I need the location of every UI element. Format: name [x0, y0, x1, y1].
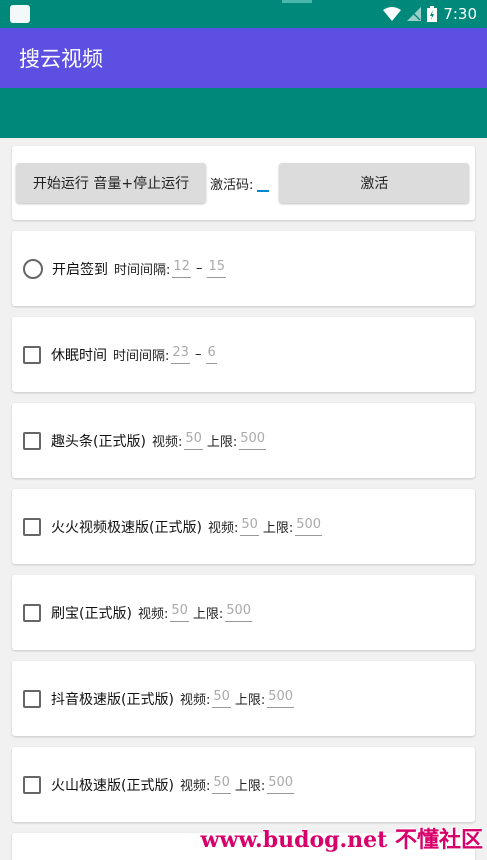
activation-code-label: 激活码: [210, 177, 254, 193]
app-name: 火火视频极速版(正式版) [51, 519, 202, 536]
app-title: 搜云视频 [19, 47, 103, 71]
limit-input[interactable]: 500 [225, 603, 253, 622]
video-label: 视频: [151, 435, 183, 450]
limit-input[interactable]: 500 [239, 431, 267, 450]
app-card: 刷宝(正式版) 视频: 50 上限: 500 [12, 575, 475, 650]
sleep-label: 休眠时间 [51, 347, 107, 364]
video-label: 视频: [179, 693, 211, 708]
start-stop-button[interactable]: 开始运行 音量+停止运行 [16, 163, 206, 203]
battery-icon [427, 6, 438, 22]
sleep-from-input[interactable]: 23 [171, 345, 190, 364]
app-checkbox[interactable] [23, 603, 41, 622]
app-name: 刷宝(正式版) [51, 605, 132, 622]
video-label: 视频: [179, 779, 211, 794]
limit-label: 上限: [234, 779, 266, 794]
video-count-input[interactable]: 50 [184, 431, 203, 450]
limit-label: 上限: [262, 521, 294, 536]
video-label: 视频: [207, 521, 239, 536]
activate-button[interactable]: 激活 [279, 163, 470, 203]
app-checkbox[interactable] [23, 775, 41, 794]
sign-in-interval-label: 时间间隔: [114, 263, 171, 278]
sign-in-from-input[interactable]: 12 [172, 259, 191, 278]
sign-in-card: 开启签到 时间间隔: 12 – 15 [12, 231, 475, 306]
sign-in-dash: – [195, 261, 203, 276]
app-card: 趣头条(正式版) 视频: 50 上限: 500 [12, 403, 475, 478]
sign-in-label: 开启签到 [52, 261, 108, 278]
video-count-input[interactable]: 50 [212, 689, 231, 708]
status-time: 7:30 [443, 5, 477, 23]
sleep-to-input[interactable]: 6 [206, 345, 217, 364]
wifi-icon [383, 7, 402, 21]
video-count-input[interactable]: 50 [212, 775, 231, 794]
limit-input[interactable]: 500 [295, 517, 323, 536]
limit-input[interactable]: 500 [267, 689, 295, 708]
app-card: 火山极速版(正式版) 视频: 50 上限: 500 [12, 747, 475, 822]
app-checkbox[interactable] [23, 431, 41, 450]
watermark: www.budog.net 不懂社区 [200, 827, 483, 853]
app-card: 抖音极速版(正式版) 视频: 50 上限: 500 [12, 661, 475, 736]
app-name: 趣头条(正式版) [51, 433, 146, 450]
app-checkbox[interactable] [23, 689, 41, 708]
limit-label: 上限: [192, 607, 224, 622]
sleep-dash: – [194, 347, 202, 362]
sign-in-radio[interactable] [23, 258, 43, 279]
limit-label: 上限: [206, 435, 238, 450]
app-name: 火山极速版(正式版) [51, 777, 174, 794]
status-indicator-line [282, 0, 312, 3]
app-card: 火火视频极速版(正式版) 视频: 50 上限: 500 [12, 489, 475, 564]
notification-app-icon [10, 5, 30, 23]
limit-input[interactable]: 500 [267, 775, 295, 794]
video-label: 视频: [137, 607, 169, 622]
app-title-bar: 搜云视频 [0, 28, 487, 88]
app-checkbox[interactable] [23, 517, 41, 536]
control-card: 开始运行 音量+停止运行 激活码: 激活 [12, 146, 475, 220]
video-count-input[interactable]: 50 [170, 603, 189, 622]
sign-in-to-input[interactable]: 15 [207, 259, 226, 278]
sleep-interval-label: 时间间隔: [113, 349, 170, 364]
status-bar: 7:30 [0, 0, 487, 28]
video-count-input[interactable]: 50 [240, 517, 259, 536]
sleep-card: 休眠时间 时间间隔: 23 – 6 [12, 317, 475, 392]
no-signal-icon [407, 7, 422, 21]
activation-code-input[interactable] [257, 174, 270, 192]
sleep-checkbox[interactable] [23, 345, 41, 364]
limit-label: 上限: [234, 693, 266, 708]
app-name: 抖音极速版(正式版) [51, 691, 174, 708]
header-band [0, 88, 487, 138]
status-icons: 7:30 [383, 5, 477, 23]
